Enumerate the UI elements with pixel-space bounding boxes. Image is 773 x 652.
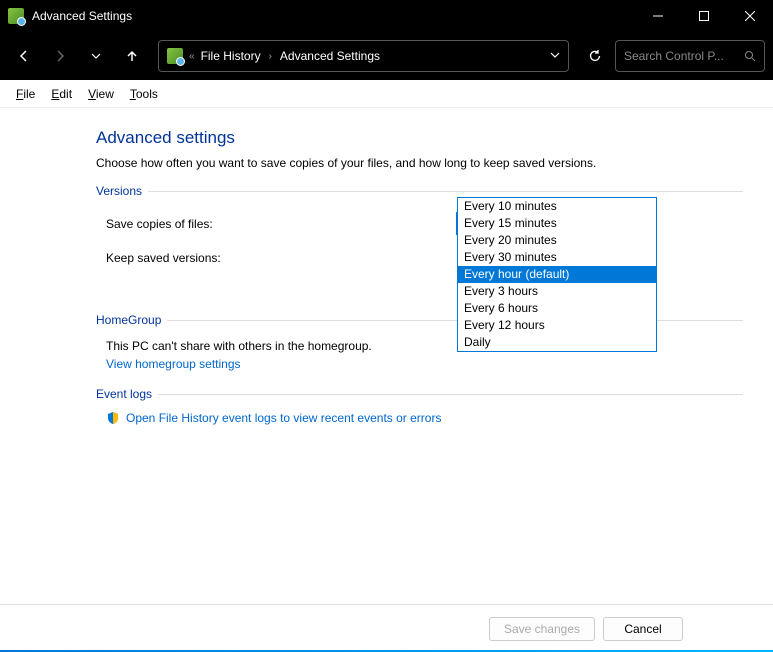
menu-tools[interactable]: Tools — [122, 85, 166, 103]
eventlogs-row: Open File History event logs to view rec… — [96, 411, 743, 425]
content-area: Advanced settings Choose how often you w… — [0, 108, 773, 642]
search-input[interactable]: Search Control P... — [615, 40, 765, 72]
page-description: Choose how often you want to save copies… — [96, 156, 743, 170]
window-controls — [635, 0, 773, 32]
section-heading-eventlogs: Event logs — [96, 387, 743, 401]
shield-icon — [106, 411, 120, 425]
section-heading-label: HomeGroup — [96, 313, 161, 327]
menu-edit[interactable]: Edit — [43, 85, 80, 103]
up-button[interactable] — [116, 40, 148, 72]
search-placeholder: Search Control P... — [624, 49, 738, 63]
save-changes-button[interactable]: Save changes — [489, 617, 595, 641]
back-button[interactable] — [8, 40, 40, 72]
search-icon — [744, 50, 756, 62]
dropdown-option[interactable]: Every hour (default) — [458, 266, 656, 283]
save-copies-dropdown: Every 10 minutesEvery 15 minutesEvery 20… — [457, 197, 657, 352]
dropdown-option[interactable]: Every 10 minutes — [458, 198, 656, 215]
section-heading-label: Event logs — [96, 387, 152, 401]
app-icon — [8, 8, 24, 24]
dropdown-option[interactable]: Daily — [458, 334, 656, 351]
dropdown-option[interactable]: Every 30 minutes — [458, 249, 656, 266]
dropdown-option[interactable]: Every 6 hours — [458, 300, 656, 317]
keep-versions-label: Keep saved versions: — [106, 251, 456, 265]
maximize-button[interactable] — [681, 0, 727, 32]
section-eventlogs: Event logs Open File History event logs … — [96, 387, 743, 425]
forward-button[interactable] — [44, 40, 76, 72]
dropdown-option[interactable]: Every 3 hours — [458, 283, 656, 300]
breadcrumb-overflow-icon[interactable]: « — [189, 51, 195, 62]
breadcrumb-current[interactable]: Advanced Settings — [280, 49, 380, 63]
dropdown-option[interactable]: Every 12 hours — [458, 317, 656, 334]
titlebar: Advanced Settings — [0, 0, 773, 32]
refresh-button[interactable] — [579, 40, 611, 72]
window-title: Advanced Settings — [32, 9, 635, 23]
section-heading-versions: Versions — [96, 184, 743, 198]
breadcrumb-root[interactable]: File History — [201, 49, 261, 63]
navbar: « File History › Advanced Settings Searc… — [0, 32, 773, 80]
section-versions: Versions Save copies of files: Every hou… — [96, 184, 743, 269]
recent-dropdown-button[interactable] — [80, 40, 112, 72]
dropdown-option[interactable]: Every 15 minutes — [458, 215, 656, 232]
footer: Save changes Cancel — [0, 604, 773, 652]
address-dropdown-button[interactable] — [550, 49, 560, 63]
save-copies-label: Save copies of files: — [106, 217, 456, 231]
location-icon — [167, 48, 183, 64]
page-title: Advanced settings — [96, 128, 743, 148]
chevron-right-icon: › — [267, 51, 274, 62]
minimize-button[interactable] — [635, 0, 681, 32]
close-button[interactable] — [727, 0, 773, 32]
menu-view[interactable]: View — [80, 85, 122, 103]
menubar: File Edit View Tools — [0, 80, 773, 108]
cancel-button[interactable]: Cancel — [603, 617, 683, 641]
menu-file[interactable]: File — [8, 85, 43, 103]
homegroup-settings-link[interactable]: View homegroup settings — [96, 357, 241, 371]
dropdown-option[interactable]: Every 20 minutes — [458, 232, 656, 249]
eventlogs-link[interactable]: Open File History event logs to view rec… — [126, 411, 441, 425]
address-bar[interactable]: « File History › Advanced Settings — [158, 40, 569, 72]
section-heading-label: Versions — [96, 184, 142, 198]
